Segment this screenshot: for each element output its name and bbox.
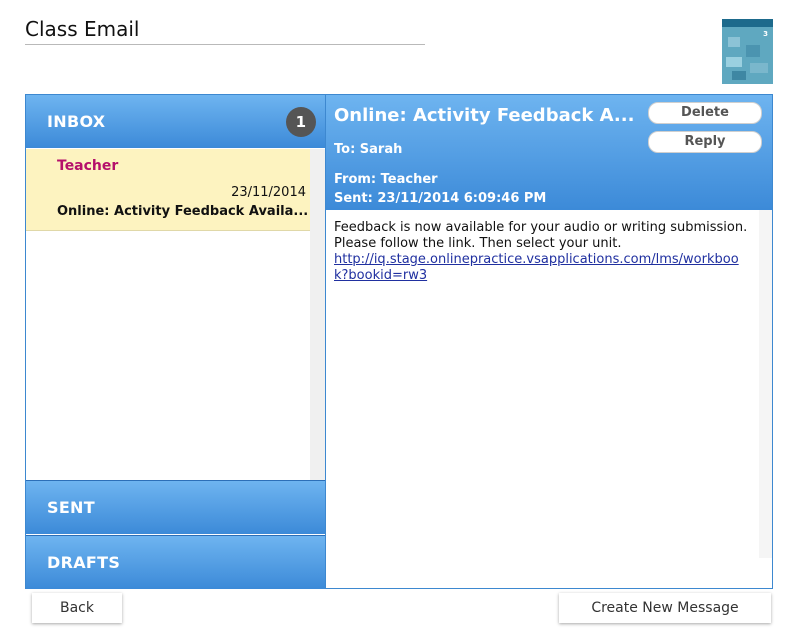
back-button[interactable]: Back [32,593,122,623]
cover-pattern [726,57,742,67]
message-sent-time: Sent: 23/11/2014 6:09:46 PM [334,191,547,206]
cover-pattern [732,71,746,80]
folder-sent-label: SENT [47,498,95,517]
unread-count-badge: 1 [286,107,316,137]
message-list: Teacher 23/11/2014 Online: Activity Feed… [26,149,310,480]
list-item[interactable]: Teacher 23/11/2014 Online: Activity Feed… [26,149,310,231]
cover-pattern [750,63,768,73]
message-body: Feedback is now available for your audio… [334,220,749,284]
folder-inbox-label: INBOX [47,112,106,131]
create-new-message-button[interactable]: Create New Message [559,593,771,623]
message-header: Online: Activity Feedback A... To: Sarah… [326,95,772,210]
delete-button[interactable]: Delete [648,102,762,124]
cover-pattern [728,37,740,47]
message-body-scrollbar[interactable] [759,210,772,558]
cover-band [722,19,773,27]
message-subject: Online: Activity Feedback Availa... [57,204,309,219]
page-title: Class Email [25,16,425,45]
folder-sent[interactable]: SENT [26,480,325,534]
message-date: 23/11/2014 [231,185,306,200]
message-title: Online: Activity Feedback A... [334,105,635,126]
message-sender: Teacher [57,158,119,174]
feedback-link[interactable]: http://iq.stage.onlinepractice.vsapplica… [334,252,739,283]
message-from: From: Teacher [334,172,438,187]
book-cover-thumbnail[interactable]: 3 [722,19,773,84]
folder-drafts-label: DRAFTS [47,553,121,572]
folder-drafts[interactable]: DRAFTS [26,535,325,589]
reply-button[interactable]: Reply [648,131,762,153]
message-body-text: Feedback is now available for your audio… [334,220,748,251]
message-to: To: Sarah [334,142,403,157]
cover-number: 3 [763,30,768,38]
folder-inbox[interactable]: INBOX 1 [26,95,325,148]
message-list-scrollbar[interactable] [310,149,325,480]
cover-pattern [746,45,760,57]
message-view: Online: Activity Feedback A... To: Sarah… [326,95,772,588]
email-panel: INBOX 1 Teacher 23/11/2014 Online: Activ… [25,94,773,589]
folder-pane: INBOX 1 Teacher 23/11/2014 Online: Activ… [26,95,326,589]
